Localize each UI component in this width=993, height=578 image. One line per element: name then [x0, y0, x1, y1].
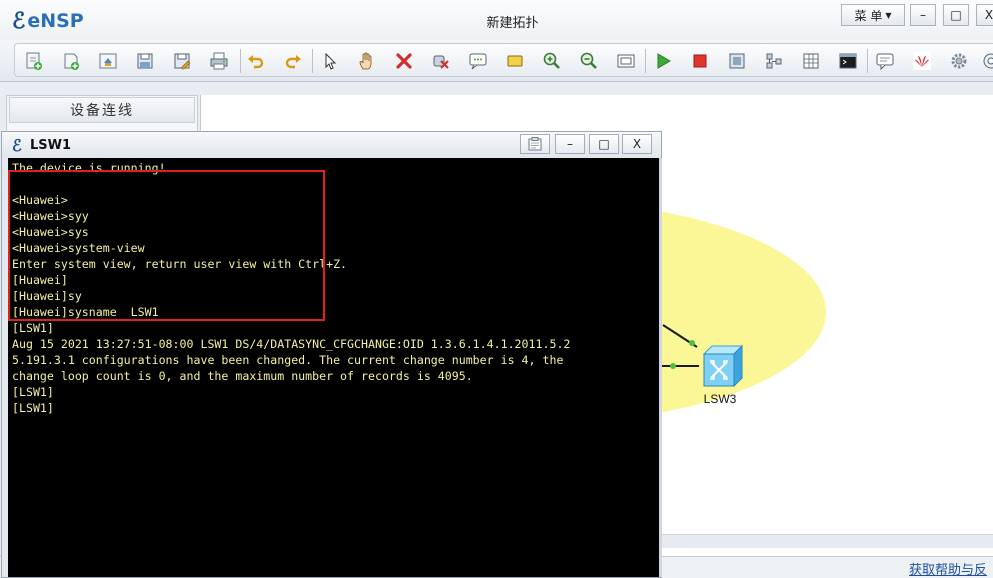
ensp-logo-icon: ℰ: [12, 136, 22, 155]
select-icon[interactable]: [319, 50, 341, 72]
topology-icon[interactable]: [763, 50, 785, 72]
device-label-lsw3: LSW3: [704, 392, 737, 406]
menu-button[interactable]: 菜 单 ▼: [841, 4, 905, 26]
console-maximize-button[interactable]: □: [589, 134, 619, 154]
canvas-scrollbar[interactable]: [660, 534, 993, 548]
port-indicator: [689, 340, 695, 346]
chevron-down-icon: ▼: [885, 10, 892, 20]
terminal-line: [LSW1]: [12, 385, 54, 399]
terminal-line: change loop count is 0, and the maximum …: [12, 369, 473, 383]
title-bar: ℰ eNSP 新建拓扑 菜 单 ▼ – □ X: [0, 0, 993, 40]
palette-header[interactable]: 设备连线: [9, 97, 195, 123]
device-palette: 设备连线: [6, 95, 198, 135]
save-icon[interactable]: [134, 50, 156, 72]
toolbar-separator: [240, 49, 241, 73]
toolbar-separator: [645, 49, 646, 73]
save-as-icon[interactable]: [171, 50, 193, 72]
highlight-box: [8, 170, 325, 321]
console-icon[interactable]: [837, 50, 859, 72]
print-icon[interactable]: [208, 50, 230, 72]
chat-icon[interactable]: [874, 50, 896, 72]
menu-label: 菜 单: [854, 8, 883, 23]
grid-icon[interactable]: [800, 50, 822, 72]
help-icon[interactable]: [980, 50, 993, 72]
ensp-app: ℰ eNSP 新建拓扑 菜 单 ▼ – □ X 设备连线 LSW3 获取帮助与反…: [0, 0, 993, 578]
console-title-bar[interactable]: ℰ LSW1 – □ X: [2, 132, 661, 158]
undo-icon[interactable]: [245, 50, 267, 72]
redo-icon[interactable]: [282, 50, 304, 72]
console-minimize-button[interactable]: –: [555, 134, 585, 154]
new-topology-icon[interactable]: [23, 50, 45, 72]
zoom-out-icon[interactable]: [578, 50, 600, 72]
zoom-in-icon[interactable]: [541, 50, 563, 72]
terminal-line: Aug 15 2021 13:27:51-08:00 LSW1 DS/4/DAT…: [12, 337, 571, 351]
text-note-icon[interactable]: [467, 50, 489, 72]
close-button[interactable]: X: [976, 4, 993, 26]
capture-icon[interactable]: [726, 50, 748, 72]
erase-link-icon[interactable]: [430, 50, 452, 72]
new-tab-icon[interactable]: [60, 50, 82, 72]
help-link[interactable]: 获取帮助与反: [909, 559, 987, 578]
console-copy-button[interactable]: [520, 134, 550, 154]
delete-icon[interactable]: [393, 50, 415, 72]
toolbar: [0, 40, 993, 82]
open-icon[interactable]: [97, 50, 119, 72]
toolbar-separator: [312, 49, 313, 73]
console-close-button[interactable]: X: [622, 134, 652, 154]
settings-icon[interactable]: [948, 50, 970, 72]
toolbar-separator: [867, 49, 868, 73]
terminal-line: [LSW1]: [12, 321, 54, 335]
minimize-button[interactable]: –: [910, 4, 936, 26]
console-title: LSW1: [30, 138, 72, 153]
terminal-scrollbar[interactable]: [659, 158, 662, 577]
rectangle-icon[interactable]: [504, 50, 526, 72]
pan-icon[interactable]: [356, 50, 378, 72]
port-indicator: [670, 363, 676, 369]
huawei-icon[interactable]: [911, 50, 933, 72]
clipboard-icon: [528, 137, 542, 151]
terminal-line: 5.191.3.1 configurations have been chang…: [12, 353, 564, 367]
stop-device-icon[interactable]: [689, 50, 711, 72]
switch-lsw3-icon[interactable]: [702, 344, 744, 388]
terminal-line: [LSW1]: [12, 401, 54, 415]
toolbar-strip: [14, 43, 993, 77]
fit-icon[interactable]: [615, 50, 637, 72]
start-device-icon[interactable]: [652, 50, 674, 72]
maximize-button[interactable]: □: [943, 4, 969, 26]
